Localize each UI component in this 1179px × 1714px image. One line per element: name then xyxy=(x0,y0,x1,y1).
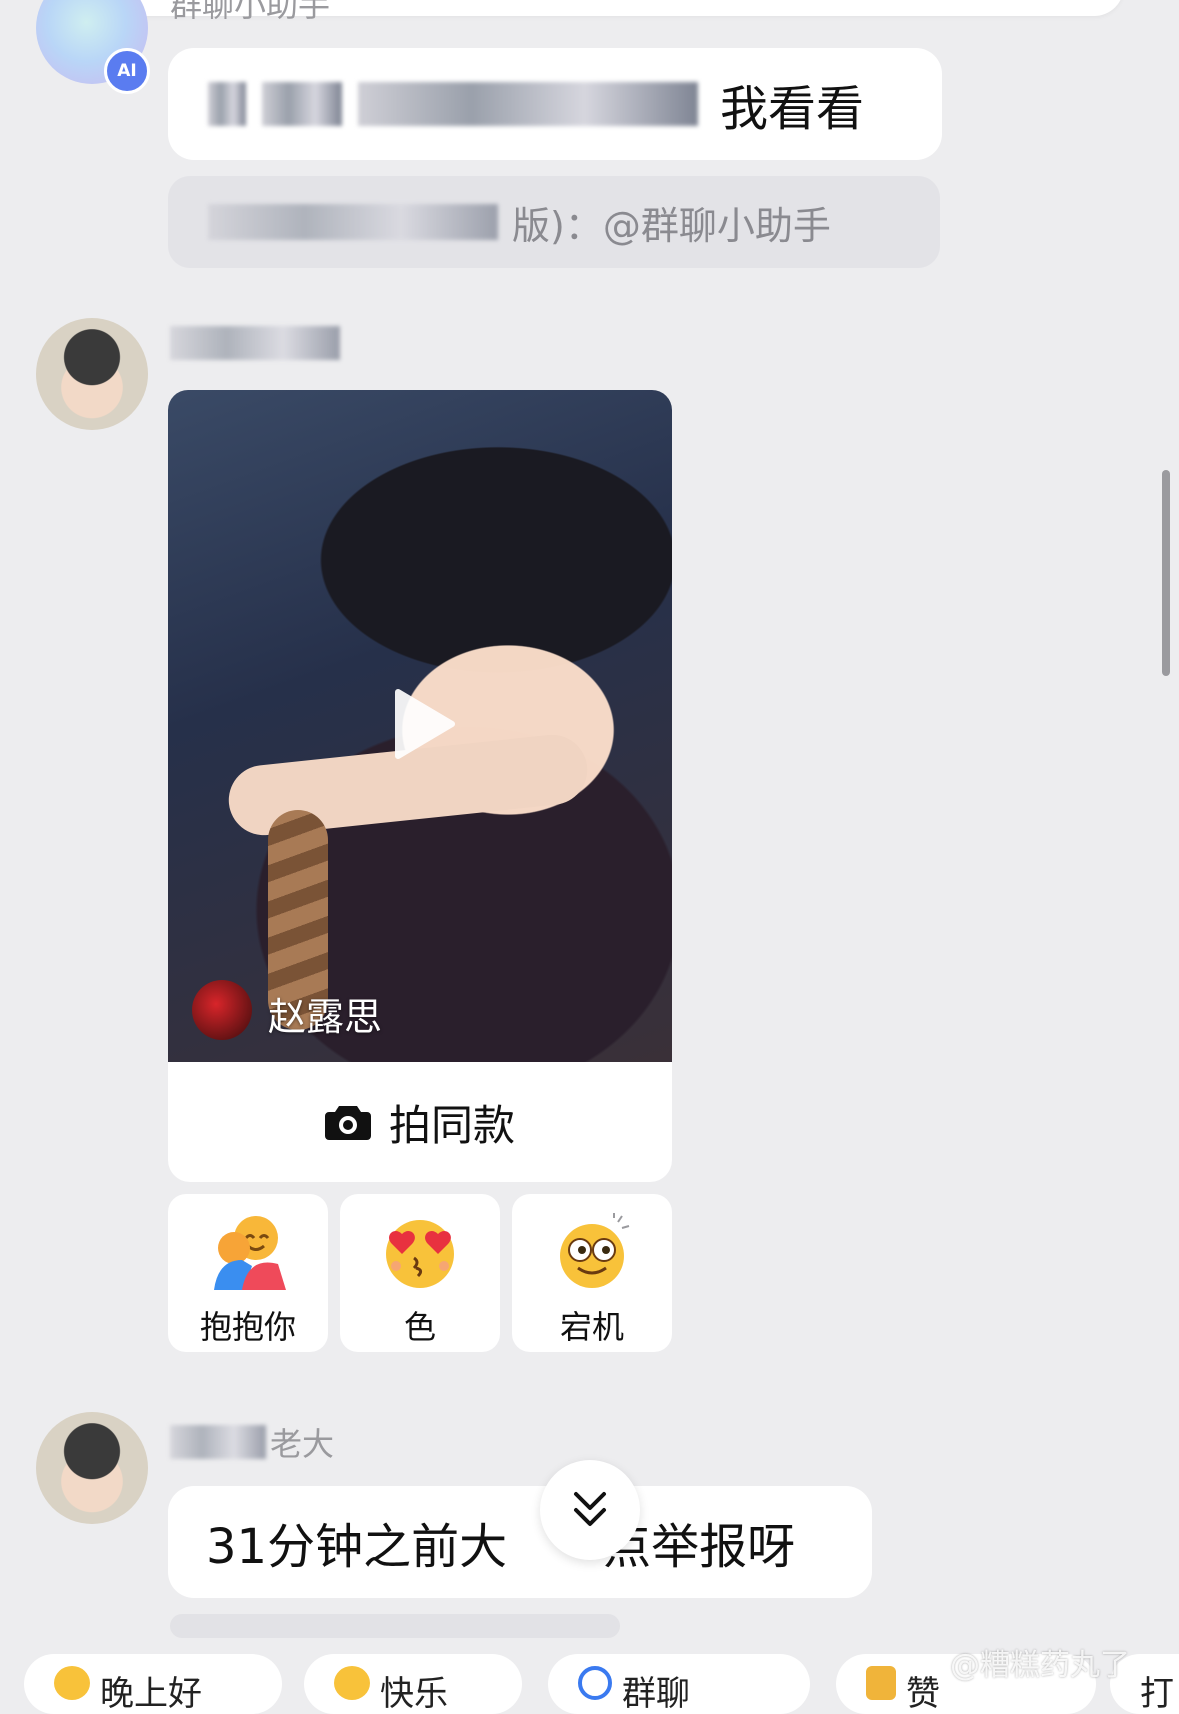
reaction-dazed[interactable]: 宕机 xyxy=(512,1194,672,1352)
camera-icon xyxy=(324,1106,371,1140)
partial-bubble xyxy=(170,1614,620,1638)
user-avatar[interactable] xyxy=(36,318,148,430)
scroll-to-bottom-button[interactable] xyxy=(540,1460,640,1560)
creator-avatar[interactable] xyxy=(192,980,252,1040)
chip-label: 打 xyxy=(1140,1674,1174,1714)
redacted-text xyxy=(208,82,246,126)
chip-label: 快乐 xyxy=(380,1674,448,1714)
double-chevron-down-icon xyxy=(574,1492,606,1526)
reaction-heart-eyes[interactable]: 色 xyxy=(340,1194,500,1352)
quick-reply-chip[interactable]: 晚上好 xyxy=(24,1654,282,1714)
reaction-hug[interactable]: 抱抱你 xyxy=(168,1194,328,1352)
quick-reply-chip[interactable]: 快乐 xyxy=(304,1654,522,1714)
watermark: @糟糕药丸了 xyxy=(950,1648,1130,1683)
redacted-text xyxy=(262,82,342,126)
emoji-icon xyxy=(334,1666,370,1700)
reaction-label: 色 xyxy=(403,1308,436,1346)
chip-label: 晚上好 xyxy=(100,1674,202,1714)
reaction-label: 宕机 xyxy=(559,1308,624,1346)
message-text: 我看看 xyxy=(720,81,865,137)
shoot-same-button[interactable]: 拍同款 xyxy=(168,1062,672,1182)
redacted-text xyxy=(170,1425,266,1459)
message-bubble[interactable]: 31分钟之前大 点举报呀 xyxy=(168,1486,872,1598)
redacted-text xyxy=(170,326,340,360)
emoji-icon xyxy=(54,1666,90,1700)
play-icon[interactable] xyxy=(384,686,460,762)
message-text: 31分钟之前大 xyxy=(206,1519,508,1575)
redacted-text xyxy=(358,82,698,126)
quoted-reply[interactable]: 版)：@群聊小助手 xyxy=(168,176,940,268)
sender-name: 老大 xyxy=(170,1420,334,1464)
chip-label: 群聊 xyxy=(622,1674,690,1714)
user-avatar[interactable] xyxy=(36,1412,148,1524)
dazed-emoji-icon xyxy=(560,1213,630,1288)
creator-name[interactable]: 赵露思 xyxy=(268,986,382,1041)
message-bubble[interactable]: 我看看 xyxy=(168,48,942,160)
sender-name: 群聊小助手 xyxy=(170,0,331,24)
sender-name-text: 老大 xyxy=(270,1425,335,1463)
ai-badge-icon: AI xyxy=(104,48,150,94)
chip-label: 赞 xyxy=(906,1674,940,1714)
heart-eyes-emoji-icon xyxy=(386,1220,454,1288)
quick-reply-chip[interactable]: 群聊 xyxy=(548,1654,810,1714)
reaction-label: 抱抱你 xyxy=(199,1308,296,1346)
ai-chat-icon xyxy=(578,1666,612,1700)
shoot-same-label: 拍同款 xyxy=(388,1100,515,1150)
thumbs-up-icon xyxy=(866,1666,896,1700)
redacted-text xyxy=(208,204,498,240)
quote-text: 版)：@群聊小助手 xyxy=(512,203,831,248)
hug-emoji-icon xyxy=(214,1216,286,1290)
video-card[interactable]: 赵露思 xyxy=(168,390,672,1062)
scrollbar[interactable] xyxy=(1162,470,1170,676)
sender-name-redacted xyxy=(170,326,340,364)
